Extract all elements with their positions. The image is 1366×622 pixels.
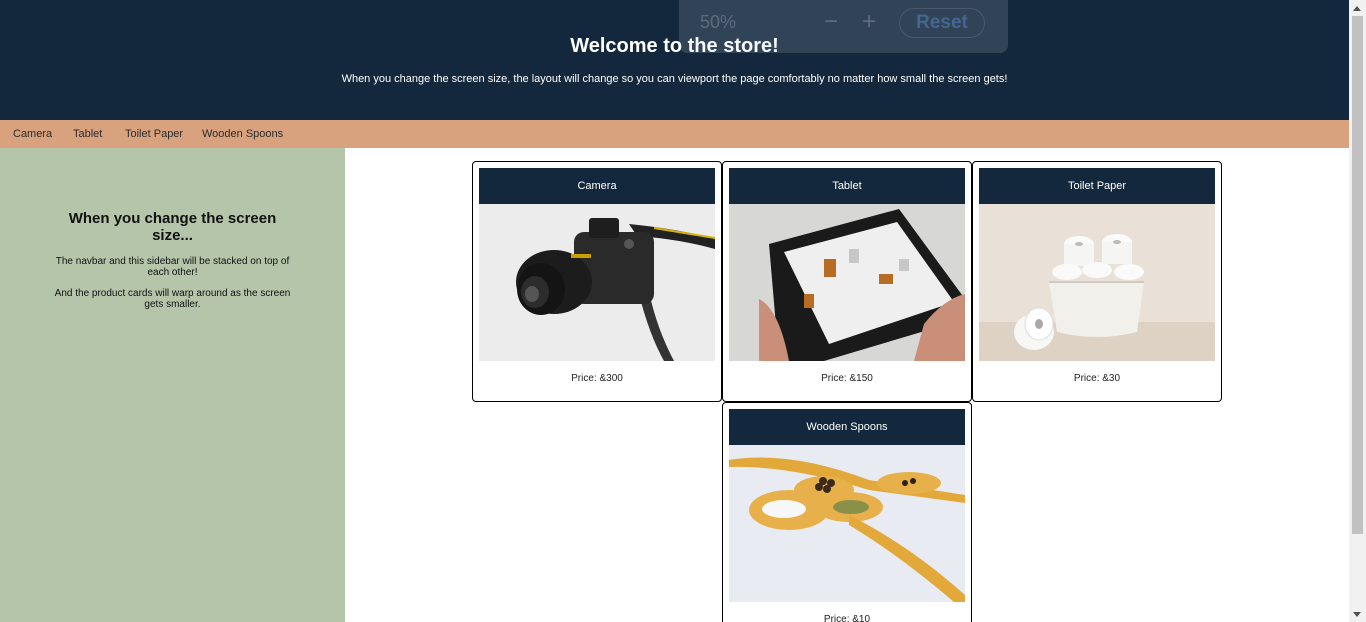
product-title: Tablet [729, 168, 965, 204]
scroll-up-arrow-icon[interactable] [1353, 6, 1361, 11]
product-card-camera[interactable]: Camera Price: &300 [472, 161, 722, 402]
site-header: Welcome to the store! When you change th… [0, 0, 1349, 120]
product-card-tablet[interactable]: Tablet Price: &150 [722, 161, 972, 402]
zoom-in-button[interactable]: + [854, 7, 884, 37]
scrollbar-thumb[interactable] [1352, 16, 1363, 534]
product-price: Price: &30 [1073, 373, 1121, 384]
wooden-spoons-photo [729, 445, 965, 602]
nav-item-toilet-paper[interactable]: Toilet Paper [125, 120, 183, 148]
zoom-out-button[interactable]: − [816, 7, 846, 37]
page-title: Welcome to the store! [570, 35, 779, 57]
vertical-scrollbar[interactable] [1349, 0, 1366, 622]
nav-item-wooden-spoons[interactable]: Wooden Spoons [202, 120, 283, 148]
product-card-toilet-paper[interactable]: Toilet Paper Price: &30 [972, 161, 1222, 402]
zoom-level: 50% [700, 12, 737, 32]
sidebar-heading: When you change the screen size... [68, 210, 277, 244]
tablet-photo [729, 204, 965, 361]
product-title: Camera [479, 168, 715, 204]
product-title: Toilet Paper [979, 168, 1215, 204]
camera-photo [479, 204, 715, 361]
sidebar-text-cards: And the product cards will warp around a… [54, 288, 291, 310]
zoom-reset-button[interactable]: Reset [899, 8, 985, 38]
product-title: Wooden Spoons [729, 409, 965, 445]
scroll-down-arrow-icon[interactable] [1353, 612, 1361, 617]
nav-item-tablet[interactable]: Tablet [73, 120, 102, 148]
sidebar-text-navbar: The navbar and this sidebar will be stac… [55, 256, 290, 278]
zoom-control: 50% − + Reset [679, 0, 1008, 53]
toilet-paper-photo [979, 204, 1215, 361]
product-price: Price: &300 [571, 373, 623, 384]
product-card-wooden-spoons[interactable]: Wooden Spoons Price: &10 [722, 402, 972, 622]
navbar: Camera Tablet Toilet Paper Wooden Spoons [0, 120, 1349, 148]
product-price: Price: &10 [823, 614, 871, 622]
product-price: Price: &150 [821, 373, 873, 384]
sidebar: When you change the screen size... The n… [0, 148, 345, 622]
page-subtitle: When you change the screen size, the lay… [341, 73, 1008, 85]
nav-item-camera[interactable]: Camera [13, 120, 52, 148]
